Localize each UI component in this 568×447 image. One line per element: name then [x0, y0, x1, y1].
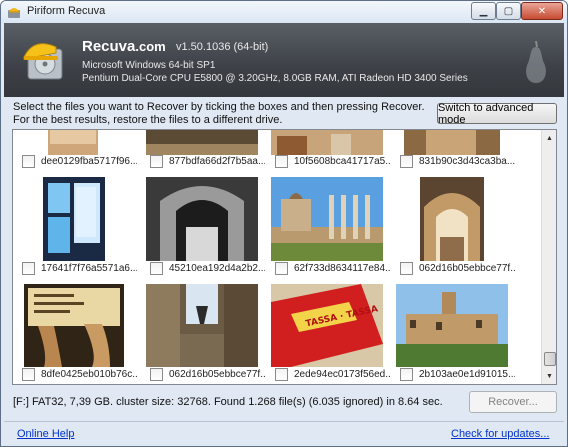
minimize-icon: ▁ [479, 5, 488, 17]
file-name: 2b103ae0e1d91015... [419, 369, 515, 380]
thumbnail[interactable] [146, 284, 258, 367]
scrollbar-thumb[interactable] [544, 352, 556, 366]
check-for-updates-link[interactable]: Check for updates... [451, 428, 549, 440]
file-name: 8dfe0425eb010b76c... [41, 369, 137, 380]
thumbnail[interactable] [146, 177, 258, 261]
instructions: Select the files you want to Recover by … [13, 101, 425, 127]
recuva-logo-icon [23, 43, 63, 80]
file-tile[interactable]: 10f5608bca41717a5... [268, 130, 390, 170]
file-tile[interactable]: dee0129fba5717f96... [15, 130, 137, 170]
thumbnail-image [48, 130, 98, 155]
scroll-up-button[interactable]: ▲ [542, 130, 556, 146]
file-tile[interactable]: 45210ea192d4a2b2... [143, 177, 265, 277]
file-tile[interactable]: 877bdfa66d2f7b5aa... [143, 130, 265, 170]
thumbnail-image [146, 177, 258, 261]
maximize-icon: ▢ [503, 5, 514, 17]
file-checkbox[interactable] [400, 155, 413, 168]
file-tile[interactable]: 831b90c3d43ca3ba... [393, 130, 515, 170]
recuva-window: Piriform Recuva ▁ ▢ ✕ Recuva.com v1.50.1… [0, 0, 568, 447]
scroll-up-arrow-icon: ▲ [546, 134, 553, 142]
thumbnail-image: TASSA · TASSA [271, 284, 383, 367]
file-checkbox[interactable] [22, 368, 35, 381]
thumbnail[interactable] [18, 130, 130, 155]
file-checkbox[interactable] [400, 368, 413, 381]
thumbnail-image [271, 177, 383, 261]
file-tile[interactable]: 17641f7f76a5571a6... [15, 177, 137, 277]
file-checkbox[interactable] [400, 262, 413, 275]
os-info: Microsoft Windows 64-bit SP1 [82, 60, 216, 71]
header-banner: Recuva.com v1.50.1036 (64-bit) Microsoft… [4, 23, 564, 97]
thumbnail-image [146, 130, 258, 155]
file-name: 062d16b05ebbce77f... [419, 263, 515, 274]
thumbnail[interactable]: TASSA · TASSA [271, 284, 383, 367]
instruction-line-2: For the best results, restore the files … [13, 114, 283, 126]
file-name: 877bdfa66d2f7b5aa... [169, 156, 265, 167]
file-gallery[interactable]: dee0129fba5717f96... 877bdfa66d2f7b5aa..… [12, 129, 557, 385]
switch-to-advanced-mode-button[interactable]: Switch to advanced mode [437, 102, 557, 126]
file-checkbox[interactable] [275, 368, 288, 381]
instruction-line-1: Select the files you want to Recover by … [13, 101, 425, 113]
brand-suffix: .com [135, 39, 166, 54]
hardware-info: Pentium Dual-Core CPU E5800 @ 3.20GHz, 8… [82, 73, 468, 84]
file-checkbox[interactable] [150, 155, 163, 168]
thumbnail[interactable] [18, 284, 130, 367]
file-name: 2ede94ec0173f56ed... [294, 369, 390, 380]
maximize-button[interactable]: ▢ [496, 2, 521, 20]
file-name: 10f5608bca41717a5... [294, 156, 390, 167]
footer-divider [4, 421, 564, 422]
scroll-down-arrow-icon: ▼ [546, 372, 553, 380]
thumbnail[interactable] [396, 130, 508, 155]
scan-status: [F:] FAT32, 7,39 GB. cluster size: 32768… [13, 396, 443, 408]
title-bar[interactable]: Piriform Recuva ▁ ▢ ✕ [1, 1, 567, 23]
file-name: 17641f7f76a5571a6... [41, 263, 137, 274]
file-name: 62f733d8634117e84... [294, 263, 390, 274]
file-tile[interactable]: TASSA · TASSA 2ede94ec0173f56ed... [268, 284, 390, 384]
file-tile[interactable]: 062d16b05ebbce77f... [393, 177, 515, 277]
online-help-link[interactable]: Online Help [17, 428, 74, 440]
file-tile[interactable]: 062d16b05ebbce77f... [143, 284, 265, 384]
recuva-app-icon [8, 8, 20, 18]
thumbnail[interactable] [271, 130, 383, 155]
file-checkbox[interactable] [22, 262, 35, 275]
thumbnail-image [24, 284, 124, 367]
window-title: Piriform Recuva [27, 5, 106, 17]
piriform-pear-icon [526, 40, 546, 83]
thumbnail[interactable] [396, 177, 508, 261]
file-name: dee0129fba5717f96... [41, 156, 137, 167]
brand-text: Recuva [82, 38, 136, 55]
file-name: 831b90c3d43ca3ba... [419, 156, 515, 167]
recover-button[interactable]: Recover... [469, 391, 557, 413]
minimize-button[interactable]: ▁ [471, 2, 496, 20]
vertical-scrollbar[interactable]: ▲ ▼ [541, 130, 556, 384]
brand-name: Recuva.com [82, 38, 166, 55]
file-name: 062d16b05ebbce77f... [169, 369, 265, 380]
thumbnail-image [271, 130, 383, 155]
file-checkbox[interactable] [150, 368, 163, 381]
file-tile[interactable]: 8dfe0425eb010b76c... [15, 284, 137, 384]
file-name: 45210ea192d4a2b2... [169, 263, 265, 274]
scroll-down-button[interactable]: ▼ [542, 368, 556, 384]
close-button[interactable]: ✕ [521, 2, 563, 20]
thumbnail[interactable] [146, 130, 258, 155]
thumbnail[interactable] [18, 177, 130, 261]
close-icon: ✕ [537, 5, 547, 17]
thumbnail-image [43, 177, 105, 261]
thumbnail-image [404, 130, 500, 155]
file-checkbox[interactable] [150, 262, 163, 275]
thumbnail-image [396, 284, 508, 367]
thumbnail[interactable] [396, 284, 508, 367]
version-label: v1.50.1036 (64-bit) [176, 41, 269, 53]
file-tile[interactable]: 62f733d8634117e84... [268, 177, 390, 277]
file-checkbox[interactable] [275, 155, 288, 168]
file-checkbox[interactable] [275, 262, 288, 275]
thumbnail-image [146, 284, 258, 367]
thumbnail[interactable] [271, 177, 383, 261]
file-checkbox[interactable] [22, 155, 35, 168]
thumbnail-image [420, 177, 484, 261]
file-tile[interactable]: 2b103ae0e1d91015... [393, 284, 515, 384]
